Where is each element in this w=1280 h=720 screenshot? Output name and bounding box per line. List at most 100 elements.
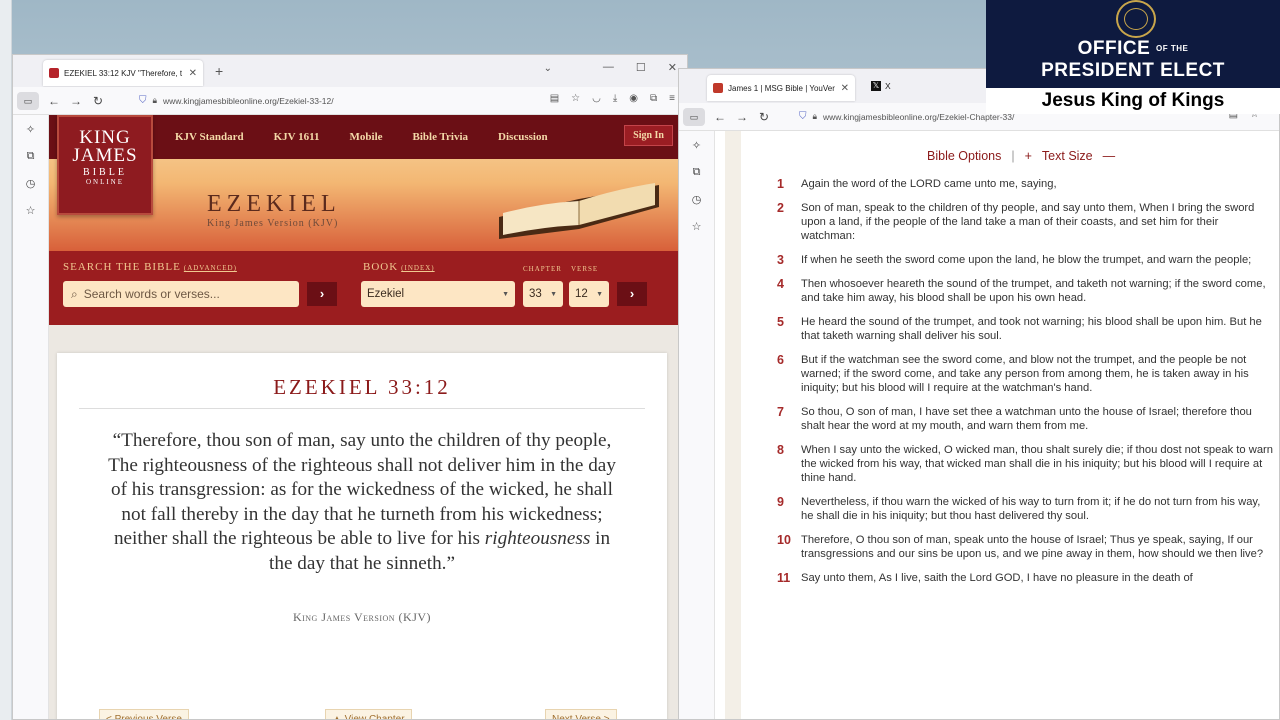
verse-text: Therefore, O thou son of man, speak unto…	[801, 534, 1264, 560]
previous-verse-button[interactable]: < Previous Verse	[99, 709, 189, 719]
verse-row: 4 Then whosoever heareth the sound of the…	[755, 277, 1275, 305]
logo-line2: JAMES	[72, 145, 138, 166]
reload-icon[interactable]: ↻	[87, 94, 109, 108]
nav-kjv-1611[interactable]: KJV 1611	[274, 131, 320, 143]
extensions-icon[interactable]: ⧉	[650, 93, 657, 104]
tab-ezekiel[interactable]: EZEKIEL 33:12 KJV "Therefore, t ✕	[43, 60, 203, 86]
account-icon[interactable]: ◉	[629, 93, 638, 104]
president-elect-text: PRESIDENT ELECT	[1041, 60, 1225, 81]
sidebar-toggle-icon[interactable]: ▭	[17, 91, 39, 110]
overlay-title: OFFICE OF THE PRESIDENT ELECT	[986, 38, 1280, 82]
bookmarks-icon[interactable]: ☆	[692, 220, 702, 233]
chevron-down-icon: ▼	[502, 290, 509, 298]
verse-number[interactable]: 1	[755, 177, 801, 191]
close-tab-icon[interactable]: ✕	[841, 83, 849, 94]
window-controls: — ☐ ✕	[603, 61, 677, 74]
bible-options-link[interactable]: Bible Options	[927, 149, 1001, 163]
verse-row: 9 Nevertheless, if thou warn the wicked o…	[755, 495, 1275, 523]
nav-kjv-standard[interactable]: KJV Standard	[175, 131, 244, 143]
pocket-icon[interactable]: ◡	[592, 93, 601, 104]
forward-icon[interactable]: →	[731, 110, 753, 124]
tab-list-icon[interactable]: ⌄	[544, 63, 552, 74]
book-heading: EZEKIEL King James Version (KJV)	[207, 191, 341, 229]
go-to-verse-button[interactable]: ›	[617, 282, 647, 306]
shield-icon: ⛉	[139, 95, 147, 106]
nav-discussion[interactable]: Discussion	[498, 131, 548, 143]
verse-row: 5 He heard the sound of the trumpet, and …	[755, 315, 1275, 343]
verse-number[interactable]: 11	[755, 571, 801, 585]
back-icon[interactable]: ←	[709, 110, 731, 124]
history-icon[interactable]: ◷	[692, 193, 702, 206]
sign-in-button[interactable]: Sign In	[624, 125, 673, 146]
index-link[interactable]: (INDEX)	[401, 264, 434, 272]
site-logo[interactable]: KING JAMES BIBLE ONLINE	[57, 115, 153, 215]
verse-row: 2 Son of man, speak to the children of th…	[755, 201, 1275, 243]
verse-number[interactable]: 4	[755, 277, 801, 305]
verse-number[interactable]: 6	[755, 353, 801, 395]
synced-tabs-icon[interactable]: ⧉	[27, 150, 35, 163]
verse-select-value: 12	[575, 288, 588, 300]
maximize-icon[interactable]: ☐	[636, 61, 646, 74]
verse-text: Again the word of the LORD came unto me,…	[801, 178, 1057, 190]
text-size-minus-button[interactable]: —	[1103, 149, 1116, 163]
lock-icon: 🔒︎	[152, 95, 158, 105]
back-icon[interactable]: ←	[43, 94, 65, 108]
view-chapter-button[interactable]: ▲ View Chapter	[325, 709, 412, 719]
verse-number[interactable]: 7	[755, 405, 801, 433]
ai-chat-icon[interactable]: ✧	[26, 123, 35, 136]
tab-x[interactable]: 𝕏 X	[871, 81, 891, 91]
menu-icon[interactable]: ≡	[669, 93, 675, 104]
advanced-link[interactable]: (ADVANCED)	[184, 264, 237, 272]
verse-text: He heard the sound of the trumpet, and t…	[801, 316, 1262, 342]
verse-row: 10 Therefore, O thou son of man, speak un…	[755, 533, 1275, 561]
bookmark-star-icon[interactable]: ☆	[571, 93, 580, 104]
verse-select[interactable]: 12 ▼	[569, 281, 609, 307]
nav-bible-trivia[interactable]: Bible Trivia	[413, 131, 469, 143]
search-placeholder: Search words or verses...	[83, 287, 220, 301]
verse-number[interactable]: 5	[755, 315, 801, 343]
new-tab-icon[interactable]: +	[215, 63, 223, 79]
ai-chat-icon[interactable]: ✧	[692, 139, 701, 152]
verse-number[interactable]: 9	[755, 495, 801, 523]
close-tab-icon[interactable]: ✕	[189, 68, 197, 79]
close-window-icon[interactable]: ✕	[668, 61, 677, 74]
search-go-button[interactable]: ›	[307, 282, 337, 306]
office-text: OFFICE	[1077, 38, 1151, 59]
search-input[interactable]: ⌕ Search words or verses...	[63, 281, 299, 307]
youversion-favicon-icon	[713, 83, 723, 93]
book-select[interactable]: Ezekiel ▼	[361, 281, 515, 307]
reload-icon[interactable]: ↻	[753, 110, 775, 124]
verse-number[interactable]: 2	[755, 201, 801, 243]
address-bar[interactable]: ⛉ 🔒︎ www.kingjamesbibleonline.org/Ezekie…	[139, 91, 469, 111]
verse-row: 11 Say unto them, As I live, saith the Lo…	[755, 571, 1275, 585]
kjv-favicon-icon	[49, 68, 59, 78]
taskbar-edge	[0, 0, 12, 720]
chapter-select[interactable]: 33 ▼	[523, 281, 563, 307]
bookmarks-icon[interactable]: ☆	[26, 204, 36, 217]
verse-text: If when he seeth the sword come upon the…	[801, 254, 1252, 266]
url-text: www.kingjamesbibleonline.org/Ezekiel-33-…	[163, 95, 334, 106]
download-icon[interactable]: ⤓	[613, 93, 617, 104]
forward-icon[interactable]: →	[65, 94, 87, 108]
book-subtitle: King James Version (KJV)	[207, 218, 339, 229]
tab-x-title: X	[885, 81, 891, 91]
tab-james-msg[interactable]: James 1 | MSG Bible | YouVer ✕	[707, 75, 855, 101]
shield-icon: ⛉	[799, 111, 807, 122]
browser-window-left: EZEKIEL 33:12 KJV "Therefore, t ✕ + ⌄ — …	[12, 54, 688, 720]
minimize-icon[interactable]: —	[603, 61, 614, 74]
logo-line3: BIBLE	[83, 167, 127, 178]
verse-row: 3 If when he seeth the sword come upon th…	[755, 253, 1275, 267]
verse-number[interactable]: 3	[755, 253, 801, 267]
text-size-plus-button[interactable]: +	[1025, 149, 1032, 163]
sidebar-toggle-icon[interactable]: ▭	[683, 107, 705, 126]
verse-number[interactable]: 10	[755, 533, 801, 561]
browser-sidebar: ✧ ⧉ ◷ ☆	[679, 131, 715, 719]
open-bible-image	[499, 183, 659, 239]
history-icon[interactable]: ◷	[26, 177, 36, 190]
next-verse-button[interactable]: Next Verse >	[545, 709, 617, 719]
synced-tabs-icon[interactable]: ⧉	[693, 166, 701, 179]
nav-mobile[interactable]: Mobile	[350, 131, 383, 143]
reader-view-icon[interactable]: ▤	[550, 93, 559, 104]
verse-number[interactable]: 8	[755, 443, 801, 485]
chapter-label: CHAPTER	[523, 265, 562, 273]
